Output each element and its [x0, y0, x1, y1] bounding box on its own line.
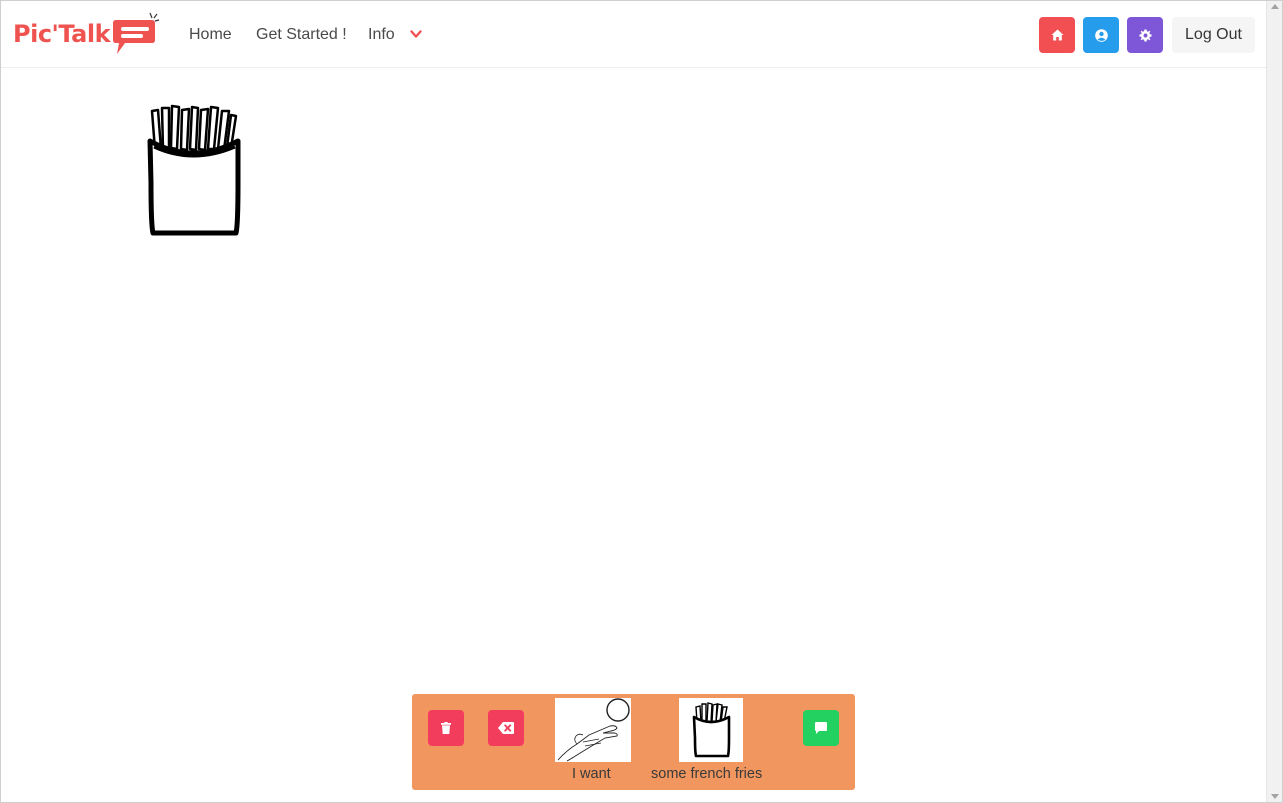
french-fries-pictogram[interactable]: [679, 698, 743, 762]
trash-icon: [441, 722, 451, 734]
home-button[interactable]: [1039, 17, 1075, 53]
settings-button[interactable]: [1127, 17, 1163, 53]
home-icon: [1051, 29, 1063, 41]
sentence-item-label: I want: [572, 766, 611, 782]
account-button[interactable]: [1083, 17, 1119, 53]
gear-icon: [1138, 29, 1152, 41]
navbar: Pic'Talk Home Get Started ! Info Log Out: [1, 1, 1266, 68]
speech-bubble-logo-icon: [113, 12, 160, 54]
french-fries-pictogram[interactable]: [141, 103, 245, 239]
backspace-icon: [498, 722, 514, 734]
backspace-button[interactable]: [488, 710, 524, 746]
speak-button[interactable]: [803, 710, 839, 746]
logout-button[interactable]: Log Out: [1172, 17, 1255, 53]
user-circle-icon: [1094, 28, 1108, 42]
nav-home[interactable]: Home: [189, 26, 232, 44]
nav-get-started[interactable]: Get Started !: [256, 26, 347, 44]
sentence-bar: I want some french fries: [412, 694, 855, 790]
sentence-item-label: some french fries: [651, 766, 763, 782]
nav-info[interactable]: Info: [368, 26, 395, 44]
vertical-scrollbar[interactable]: [1266, 0, 1283, 803]
speech-bubble-icon: [815, 722, 827, 734]
scroll-up-arrow-icon[interactable]: [1271, 4, 1279, 9]
logo-text: Pic'Talk: [13, 20, 111, 48]
pictalk-logo[interactable]: Pic'Talk: [13, 11, 165, 59]
clear-sentence-button[interactable]: [428, 710, 464, 746]
i-want-pictogram[interactable]: [555, 698, 631, 762]
chevron-down-icon[interactable]: [410, 30, 422, 39]
scroll-down-arrow-icon[interactable]: [1271, 794, 1279, 799]
